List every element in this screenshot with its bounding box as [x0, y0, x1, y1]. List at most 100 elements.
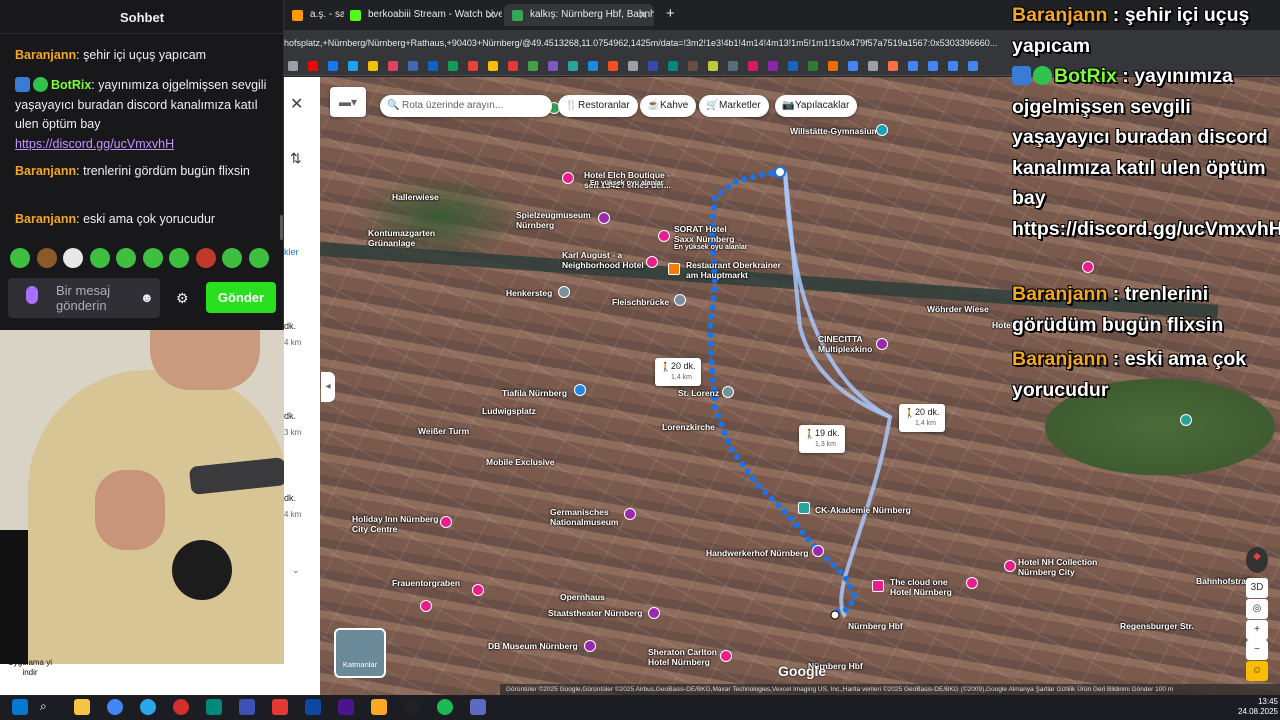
- poi-label[interactable]: DB Museum Nürnberg: [488, 641, 578, 651]
- bookmark-icon[interactable]: [668, 61, 678, 71]
- new-tab-button[interactable]: +: [666, 5, 675, 22]
- options-link[interactable]: kler: [284, 244, 320, 260]
- museum-icon[interactable]: [624, 508, 636, 520]
- museum-icon[interactable]: [584, 640, 596, 652]
- telegram-icon[interactable]: [140, 699, 156, 715]
- hotel-icon[interactable]: [966, 577, 978, 589]
- youtube-icon[interactable]: [308, 61, 318, 71]
- route-duration-box[interactable]: 🚶 19 dk. 1,3 km: [799, 425, 845, 453]
- poi-label[interactable]: Lorenzkirche: [662, 422, 715, 432]
- poi-label[interactable]: St. Lorenz: [678, 388, 719, 398]
- hotel-icon[interactable]: [1082, 261, 1094, 273]
- poi-label[interactable]: Fleischbrücke: [612, 297, 669, 307]
- poi-label[interactable]: Weißer Turm: [418, 426, 469, 436]
- expand-chevron-icon[interactable]: ⌄: [284, 562, 320, 578]
- send-button[interactable]: Gönder: [206, 282, 276, 313]
- compass-icon[interactable]: ◆: [1246, 547, 1268, 573]
- bookmark-icon[interactable]: [368, 61, 378, 71]
- bookmark-icon[interactable]: [948, 61, 958, 71]
- obs-icon[interactable]: [404, 699, 420, 715]
- hotel-icon[interactable]: [646, 256, 658, 268]
- emote-icon[interactable]: [10, 248, 30, 268]
- tab-say[interactable]: a.ş. - say: [284, 4, 344, 26]
- bookmark-icon[interactable]: [448, 61, 458, 71]
- museum-icon[interactable]: [598, 212, 610, 224]
- directions-menu-button[interactable]: ▬▾: [330, 87, 366, 117]
- emote-icon[interactable]: [222, 248, 242, 268]
- poi-label[interactable]: Henkersteg: [506, 288, 552, 298]
- poi-label[interactable]: Hotel NH Collection Nürnberg City: [1018, 557, 1108, 577]
- sheets-icon[interactable]: [528, 61, 538, 71]
- landmark-icon[interactable]: [558, 286, 570, 298]
- chat-message-input[interactable]: Bir mesaj gönderin ☻: [8, 278, 160, 318]
- shopping-icon[interactable]: [812, 545, 824, 557]
- emote-icon[interactable]: [143, 248, 163, 268]
- search-icon[interactable]: ⌕: [40, 699, 56, 715]
- bookmark-icon[interactable]: [728, 61, 738, 71]
- destination-marker[interactable]: [830, 610, 840, 620]
- poi-label[interactable]: Nürnberg Hbf: [848, 621, 903, 631]
- route-option[interactable]: dk. 3 km: [284, 408, 320, 441]
- chat-username[interactable]: Baranjann: [15, 48, 76, 62]
- chip-things-to-do[interactable]: 📷 Yapılacaklar: [775, 95, 858, 117]
- emote-icon[interactable]: [169, 248, 189, 268]
- alt-route-line[interactable]: [783, 171, 891, 419]
- my-location-button[interactable]: ◎: [1246, 599, 1268, 619]
- poi-label[interactable]: Mobile Exclusive: [486, 457, 555, 467]
- chip-markets[interactable]: 🛒 Marketler: [699, 95, 769, 117]
- app-icon[interactable]: [239, 699, 255, 715]
- poi-label[interactable]: Wöhrder Wiese: [927, 304, 989, 314]
- bookmark-icon[interactable]: [688, 61, 698, 71]
- route-option[interactable]: dk. 4 km: [284, 318, 320, 351]
- poi-label[interactable]: CK-Akademie Nürnberg: [815, 505, 911, 515]
- system-clock[interactable]: 13:45 24.08.2025: [1230, 697, 1278, 717]
- poi-label[interactable]: Handwerkerhof Nürnberg: [706, 548, 816, 558]
- microphone-icon[interactable]: [26, 286, 38, 304]
- route-duration-box[interactable]: 🚶 20 dk. 1,4 km: [899, 404, 945, 432]
- poi-label[interactable]: The cloud one Hotel Nürnberg: [890, 577, 970, 597]
- bookmark-icon[interactable]: [568, 61, 578, 71]
- hotel-icon[interactable]: [472, 584, 484, 596]
- chip-restaurants[interactable]: 🍴 Restoranlar: [558, 95, 638, 117]
- teams-icon[interactable]: [470, 699, 486, 715]
- park-icon[interactable]: [1180, 414, 1192, 426]
- bookmark-icon[interactable]: [808, 61, 818, 71]
- bookmark-icon[interactable]: [648, 61, 658, 71]
- premiere-icon[interactable]: [338, 699, 354, 715]
- route-search-input[interactable]: 🔍 Rota üzerinde arayın...: [380, 95, 552, 117]
- vk-icon[interactable]: [328, 61, 338, 71]
- emote-icon[interactable]: [90, 248, 110, 268]
- origin-marker[interactable]: [774, 166, 786, 178]
- hotel-icon[interactable]: [720, 650, 732, 662]
- bookmark-icon[interactable]: [888, 61, 898, 71]
- bookmark-icon[interactable]: [548, 61, 558, 71]
- emoji-icon[interactable]: ☻: [140, 290, 154, 305]
- hotel-icon[interactable]: [440, 516, 452, 528]
- pdf-icon[interactable]: [508, 61, 518, 71]
- url-field[interactable]: hofsplatz,+Nürnberg/Nürnberg+Rathaus,+90…: [284, 33, 1024, 53]
- bookmark-icon[interactable]: [928, 61, 938, 71]
- poi-label[interactable]: Restaurant Oberkrainer am Hauptmarkt: [686, 260, 781, 280]
- bookmark-icon[interactable]: [788, 61, 798, 71]
- linkedin-icon[interactable]: [428, 61, 438, 71]
- bookmark-icon[interactable]: [468, 61, 478, 71]
- hotel-icon[interactable]: [562, 172, 574, 184]
- theater-icon[interactable]: [648, 607, 660, 619]
- hotel-icon[interactable]: [1004, 560, 1016, 572]
- bookmark-icon[interactable]: [848, 61, 858, 71]
- cinema-icon[interactable]: [876, 338, 888, 350]
- chat-username[interactable]: Baranjann: [15, 164, 76, 178]
- photoshop-icon[interactable]: [305, 699, 321, 715]
- download-app-caption[interactable]: Uygulama yi indir: [0, 658, 60, 678]
- collapse-panel-button[interactable]: ◂: [321, 372, 335, 402]
- zoom-out-button[interactable]: −: [1246, 640, 1268, 660]
- bookmark-icon[interactable]: [588, 61, 598, 71]
- bookmark-icon[interactable]: [288, 61, 298, 71]
- hotel-icon[interactable]: [658, 230, 670, 242]
- bookmark-icon[interactable]: [608, 61, 618, 71]
- bookmark-icon[interactable]: [488, 61, 498, 71]
- hotel-icon[interactable]: [420, 600, 432, 612]
- landmark-icon[interactable]: [674, 294, 686, 306]
- chat-username[interactable]: Baranjann: [15, 212, 76, 226]
- poi-label[interactable]: SORAT Hotel Saxx Nürnberg: [674, 224, 746, 244]
